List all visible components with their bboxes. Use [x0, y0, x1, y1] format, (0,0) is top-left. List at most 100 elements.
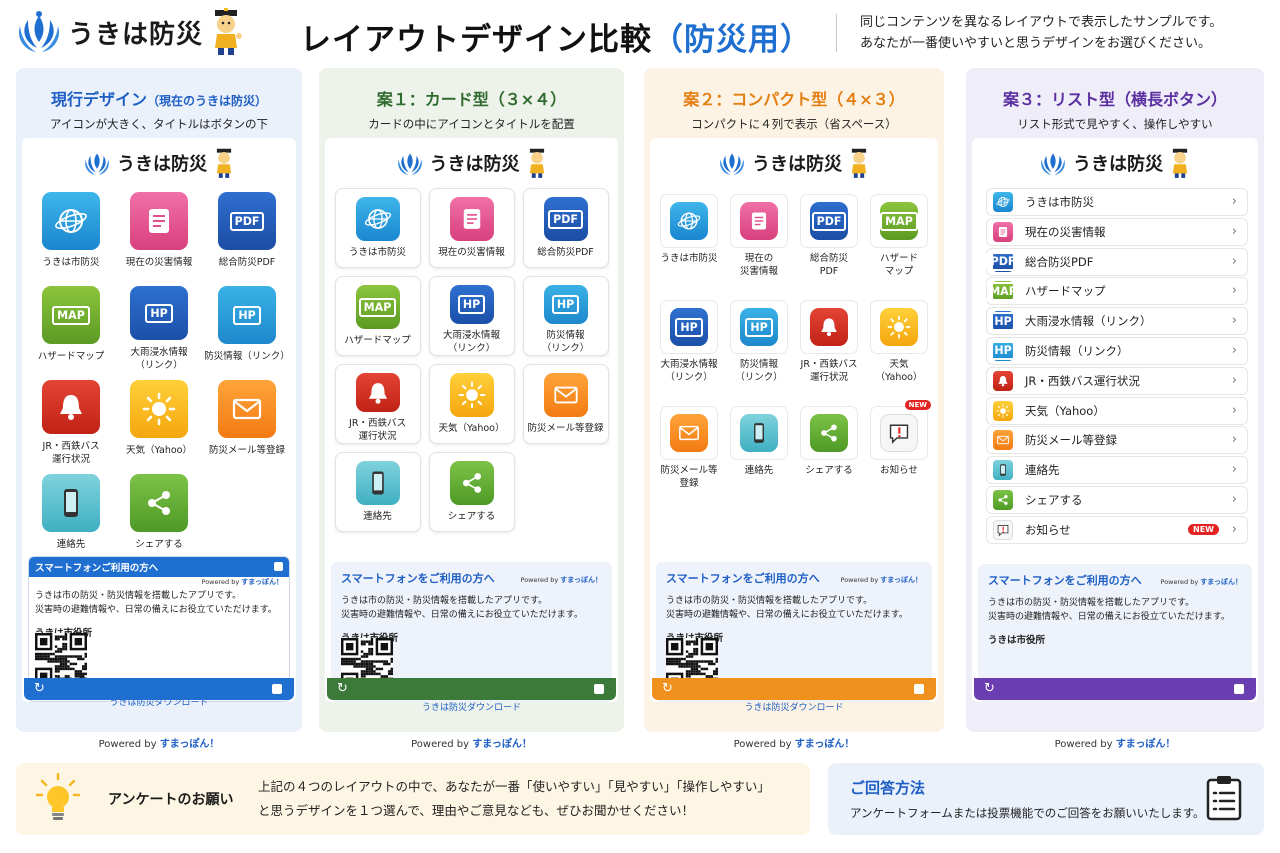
menu-card[interactable]: HP 防災情報 （リンク）: [522, 276, 609, 356]
powered-by: Powered by すまっぽん！: [966, 735, 1264, 750]
menu-compact-tile[interactable]: MAP ハザード マップ: [867, 194, 931, 300]
menu-tile[interactable]: MAP ハザードマップ: [27, 282, 115, 372]
item-label: 総合防災PDF: [1025, 254, 1094, 269]
menu-tile[interactable]: JR・西鉄バス 運行状況: [27, 376, 115, 466]
menu-compact-tile[interactable]: 連絡先: [727, 406, 791, 512]
globe-icon: [355, 197, 400, 241]
powered-label: Powered by: [1160, 578, 1199, 586]
menu-tile[interactable]: HP 防災情報（リンク）: [203, 282, 291, 372]
mascot-icon: [851, 148, 867, 178]
hp-icon: HP: [740, 308, 778, 346]
tile-frame: PDF: [800, 194, 858, 248]
menu-tile[interactable]: 現在の災害情報: [115, 188, 203, 278]
menu-tile[interactable]: 連絡先: [27, 470, 115, 560]
smartphone-description: うきは市の防災・防災情報を搭載したアプリです。 災害時の避難情報や、日常の備えにお…: [341, 594, 602, 622]
reload-icon[interactable]: ↻: [984, 681, 995, 696]
list-item[interactable]: MAP ハザードマップ ›: [984, 277, 1248, 306]
menu-tile[interactable]: PDF 総合防災PDF: [203, 188, 291, 278]
list-item[interactable]: 防災メール等登録 ›: [986, 426, 1248, 455]
external-link-icon[interactable]: [274, 562, 283, 571]
powered-by: Powered by すまっぽん！: [319, 735, 624, 750]
menu-tile[interactable]: シェアする: [115, 470, 203, 560]
powered-brand: すまっぽん！: [159, 739, 220, 750]
menu-tile[interactable]: うきは市防災: [27, 188, 115, 278]
hp-icon: HP: [449, 285, 494, 324]
list-item[interactable]: 連絡先 ›: [986, 456, 1248, 485]
tabs-icon[interactable]: [272, 684, 282, 694]
mascot-icon: [529, 148, 544, 178]
powered-label: Powered by: [201, 578, 240, 586]
menu-card[interactable]: PDF 総合防災PDF: [522, 188, 609, 268]
clipboard-icon: [1206, 776, 1242, 821]
pdf-icon-text: PDF: [229, 211, 265, 231]
menu-tile[interactable]: 防災メール等登録: [203, 376, 291, 466]
smartphone-box-header: スマートフォンをご利用の方へ Powered by すまっぽん！: [666, 570, 922, 586]
menu-tile[interactable]: HP 大雨浸水情報 （リンク）: [115, 282, 203, 372]
tabs-icon[interactable]: [594, 684, 604, 694]
phone-icon: [355, 461, 400, 505]
tabs-icon[interactable]: [914, 684, 924, 694]
menu-card[interactable]: シェアする: [428, 452, 515, 532]
menu-compact-tile[interactable]: JR・西鉄バス 運行状況: [797, 300, 861, 406]
download-link[interactable]: うきは防災ダウンロード: [666, 700, 922, 713]
list-item[interactable]: うきは市防災 ›: [986, 188, 1248, 216]
menu-compact-tile[interactable]: うきは市防災: [657, 194, 721, 300]
menu-compact-tile[interactable]: お知らせ NEW: [867, 400, 931, 512]
bell-icon: [810, 308, 848, 346]
menu-card[interactable]: JR・西鉄バス 運行状況: [334, 364, 421, 444]
menu-card[interactable]: MAP ハザードマップ: [334, 276, 421, 356]
chevron-right-icon: ›: [1231, 402, 1237, 418]
menu-compact-tile[interactable]: 現在の 災害情報: [727, 194, 791, 300]
menu-compact-tile[interactable]: HP 大雨浸水情報 （リンク）: [657, 300, 721, 406]
pdf-icon-text: PDF: [548, 209, 583, 229]
item-label: 防災情報（リンク）: [1025, 343, 1129, 358]
pdf-icon-text: PDF: [985, 252, 1021, 272]
panel-subtitle: アイコンが大きく、タイトルはボタンの下: [50, 117, 268, 131]
download-link[interactable]: うきは防災ダウンロード: [341, 700, 602, 713]
phone-logo-text: うきは防災: [117, 154, 207, 175]
menu-tile[interactable]: 天気（Yahoo）: [115, 376, 203, 466]
menu-compact-tile[interactable]: 防災メール等 登録: [657, 406, 721, 512]
item-label: うきは市防災: [42, 257, 100, 268]
menu-compact-tile[interactable]: 天気 （Yahoo）: [867, 300, 931, 406]
map-icon: MAP: [355, 285, 400, 329]
crest-icon: [1041, 153, 1065, 175]
reload-icon[interactable]: ↻: [34, 681, 45, 696]
list-item[interactable]: PDF 総合防災PDF ›: [985, 247, 1248, 276]
document-icon: [993, 221, 1013, 242]
list-item[interactable]: 天気（Yahoo） ›: [986, 396, 1248, 425]
page-title: レイアウトデザイン比較（防災用）: [300, 14, 812, 59]
list-item[interactable]: JR・西鉄バス運行状況 ›: [986, 366, 1248, 395]
menu-compact-tile[interactable]: HP 防災情報 （リンク）: [727, 300, 791, 406]
smartphone-powered: Powered by すまっぽん！: [35, 577, 284, 587]
header-desc-line2: あなたが一番使いやすいと思うデザインをお選びください。: [860, 36, 1212, 51]
item-label: 大雨浸水情報 （リンク）: [660, 359, 718, 383]
pdf-icon: PDF: [218, 192, 276, 250]
browser-bar: ↻: [24, 678, 294, 700]
menu-compact-tile[interactable]: シェアする: [797, 406, 861, 512]
menu-card[interactable]: 連絡先: [334, 452, 421, 532]
notice-icon: [993, 519, 1013, 540]
browser-bar: ↻: [327, 678, 616, 700]
menu-card[interactable]: HP 大雨浸水情報 （リンク）: [428, 276, 515, 356]
reload-icon[interactable]: ↻: [337, 681, 348, 696]
mail-icon: [218, 380, 276, 438]
menu-card[interactable]: 防災メール等登録: [522, 364, 609, 444]
list-item[interactable]: お知らせ NEW ›: [986, 515, 1248, 544]
reload-icon[interactable]: ↻: [662, 681, 673, 696]
item-label: 大雨浸水情報 （リンク）: [130, 347, 188, 371]
menu-card[interactable]: うきは市防災: [334, 188, 421, 268]
smartphone-title: スマートフォンをご利用の方へ: [988, 574, 1142, 587]
menu-card[interactable]: 現在の災害情報: [428, 188, 515, 268]
hp-icon-text: HP: [989, 311, 1017, 331]
tile-frame: [730, 194, 788, 248]
menu-compact-tile[interactable]: PDF 総合防災 PDF: [797, 194, 861, 300]
list-item[interactable]: 現在の災害情報 ›: [986, 217, 1248, 246]
list-item[interactable]: HP 防災情報（リンク） ›: [986, 336, 1248, 365]
list-item[interactable]: HP 大雨浸水情報（リンク） ›: [986, 307, 1248, 336]
menu-card[interactable]: 天気（Yahoo）: [428, 364, 515, 444]
list-item[interactable]: シェアする ›: [986, 485, 1248, 514]
panel-title: 案３：リスト型（横長ボタン）: [1002, 90, 1227, 109]
tabs-icon[interactable]: [1234, 684, 1244, 694]
hp-icon: HP: [670, 308, 708, 346]
